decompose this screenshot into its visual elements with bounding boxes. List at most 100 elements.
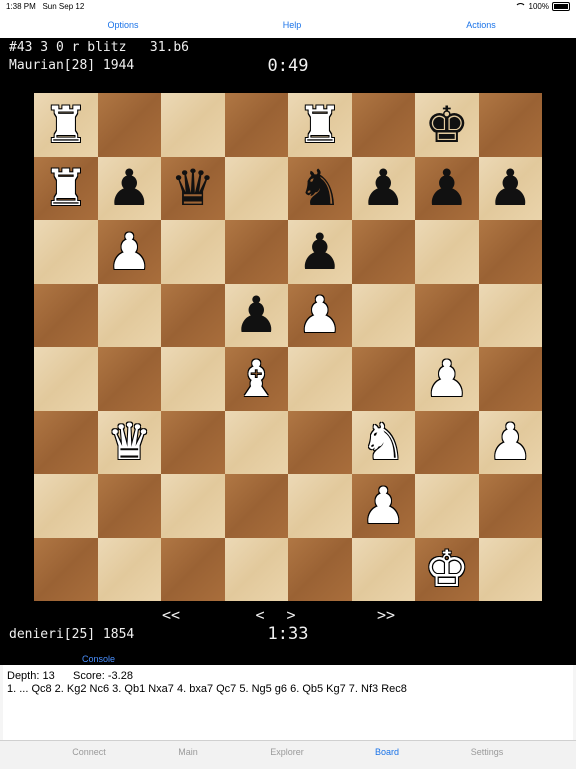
console-link[interactable]: Console [82, 654, 115, 664]
black-pawn-icon[interactable]: ♟ [107, 163, 152, 213]
square-b5[interactable] [97, 283, 161, 347]
white-king-icon[interactable]: ♚ [424, 544, 469, 594]
square-f7[interactable]: ♟ [351, 156, 415, 220]
square-h2[interactable] [478, 474, 542, 538]
square-g7[interactable]: ♟ [415, 156, 479, 220]
square-g6[interactable] [415, 220, 479, 284]
square-a7[interactable]: ♜ [34, 156, 98, 220]
square-e3[interactable] [288, 410, 352, 474]
square-e8[interactable]: ♜ [288, 93, 352, 157]
white-rook-icon[interactable]: ♜ [297, 100, 342, 150]
square-b8[interactable] [97, 93, 161, 157]
square-g4[interactable]: ♟ [415, 347, 479, 411]
square-h7[interactable]: ♟ [478, 156, 542, 220]
white-bishop-icon[interactable]: ♝ [234, 354, 279, 404]
tab-settings[interactable]: Settings [471, 747, 504, 757]
options-button[interactable]: Options [107, 20, 138, 30]
black-king-icon[interactable]: ♚ [424, 100, 469, 150]
square-e4[interactable] [288, 347, 352, 411]
square-g1[interactable]: ♚ [415, 537, 479, 601]
tab-connect[interactable]: Connect [72, 747, 106, 757]
square-e5[interactable]: ♟ [288, 283, 352, 347]
tab-main[interactable]: Main [178, 747, 198, 757]
tab-bar: Connect Main Explorer Board Settings [0, 740, 576, 769]
square-b4[interactable] [97, 347, 161, 411]
square-e1[interactable] [288, 537, 352, 601]
square-a2[interactable] [34, 474, 98, 538]
tab-explorer[interactable]: Explorer [270, 747, 304, 757]
square-d2[interactable] [224, 474, 288, 538]
square-a5[interactable] [34, 283, 98, 347]
square-c4[interactable] [161, 347, 225, 411]
square-c8[interactable] [161, 93, 225, 157]
black-pawn-icon[interactable]: ♟ [234, 290, 279, 340]
square-a8[interactable]: ♜ [34, 93, 98, 157]
black-pawn-icon[interactable]: ♟ [488, 163, 533, 213]
square-d3[interactable] [224, 410, 288, 474]
chess-board[interactable]: ♜ ♜ ♚ ♜ ♟ ♛ ♞ ♟ ♟ ♟ ♟ ♟ ♟ ♟ ♝ ♟ ♛ ♞ ♟ ♟ ♚ [34, 93, 542, 601]
square-f6[interactable] [351, 220, 415, 284]
black-pawn-icon[interactable]: ♟ [297, 227, 342, 277]
square-e7[interactable]: ♞ [288, 156, 352, 220]
square-f5[interactable] [351, 283, 415, 347]
square-h1[interactable] [478, 537, 542, 601]
white-pawn-icon[interactable]: ♟ [297, 290, 342, 340]
square-g8[interactable]: ♚ [415, 93, 479, 157]
last-move-button[interactable]: >> [377, 606, 395, 624]
square-d1[interactable] [224, 537, 288, 601]
black-pawn-icon[interactable]: ♟ [424, 163, 469, 213]
actions-button[interactable]: Actions [466, 20, 496, 30]
square-h5[interactable] [478, 283, 542, 347]
white-knight-icon[interactable]: ♞ [361, 417, 406, 467]
square-f4[interactable] [351, 347, 415, 411]
square-g3[interactable] [415, 410, 479, 474]
white-pawn-icon[interactable]: ♟ [107, 227, 152, 277]
square-c5[interactable] [161, 283, 225, 347]
white-pawn-icon[interactable]: ♟ [361, 481, 406, 531]
square-h6[interactable] [478, 220, 542, 284]
square-f2[interactable]: ♟ [351, 474, 415, 538]
square-b1[interactable] [97, 537, 161, 601]
black-knight-icon[interactable]: ♞ [297, 163, 342, 213]
square-b3[interactable]: ♛ [97, 410, 161, 474]
square-e2[interactable] [288, 474, 352, 538]
square-a3[interactable] [34, 410, 98, 474]
square-g2[interactable] [415, 474, 479, 538]
square-a1[interactable] [34, 537, 98, 601]
square-b2[interactable] [97, 474, 161, 538]
square-d4[interactable]: ♝ [224, 347, 288, 411]
square-b7[interactable]: ♟ [97, 156, 161, 220]
white-rook-icon[interactable]: ♜ [43, 100, 88, 150]
tab-board[interactable]: Board [375, 747, 399, 757]
square-c3[interactable] [161, 410, 225, 474]
square-c1[interactable] [161, 537, 225, 601]
first-move-button[interactable]: << [162, 606, 180, 624]
square-h8[interactable] [478, 93, 542, 157]
square-c7[interactable]: ♛ [161, 156, 225, 220]
square-h4[interactable] [478, 347, 542, 411]
prev-move-button[interactable]: < [255, 606, 264, 624]
square-a4[interactable] [34, 347, 98, 411]
square-d7[interactable] [224, 156, 288, 220]
white-rook-icon[interactable]: ♜ [43, 163, 88, 213]
square-c2[interactable] [161, 474, 225, 538]
black-pawn-icon[interactable]: ♟ [361, 163, 406, 213]
square-d6[interactable] [224, 220, 288, 284]
white-pawn-icon[interactable]: ♟ [424, 354, 469, 404]
square-d8[interactable] [224, 93, 288, 157]
square-c6[interactable] [161, 220, 225, 284]
help-button[interactable]: Help [283, 20, 302, 30]
square-g5[interactable] [415, 283, 479, 347]
square-f3[interactable]: ♞ [351, 410, 415, 474]
next-move-button[interactable]: > [286, 606, 295, 624]
square-d5[interactable]: ♟ [224, 283, 288, 347]
square-f1[interactable] [351, 537, 415, 601]
square-h3[interactable]: ♟ [478, 410, 542, 474]
white-pawn-icon[interactable]: ♟ [488, 417, 533, 467]
square-e6[interactable]: ♟ [288, 220, 352, 284]
square-b6[interactable]: ♟ [97, 220, 161, 284]
square-a6[interactable] [34, 220, 98, 284]
black-queen-icon[interactable]: ♛ [170, 163, 215, 213]
square-f8[interactable] [351, 93, 415, 157]
white-queen-icon[interactable]: ♛ [107, 417, 152, 467]
